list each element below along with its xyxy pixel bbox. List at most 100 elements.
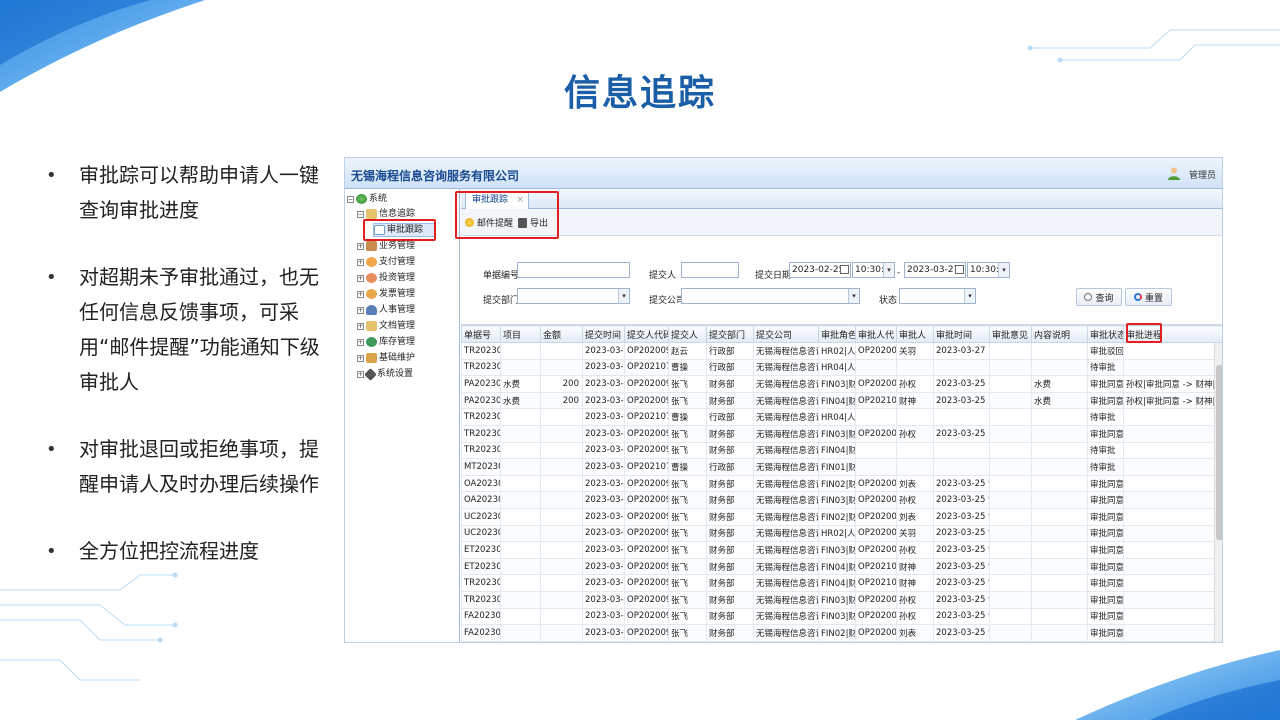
expand-icon[interactable]: +: [357, 354, 364, 362]
table-cell: 2023-03-25: [582, 507, 625, 526]
table-cell: 2023-03-25: [582, 574, 625, 592]
tab-approval-tracking[interactable]: 审批跟踪 ×: [465, 192, 530, 209]
vertical-scrollbar[interactable]: [1214, 343, 1222, 642]
date-from-input[interactable]: 2023-02-25: [789, 262, 851, 278]
tree-item-settings[interactable]: + 系统设置: [357, 367, 413, 381]
expand-icon[interactable]: +: [357, 258, 364, 266]
table-row[interactable]: TR202303 2023-03-25OP2020090张飞财务部无锡海程信息咨询…: [461, 590, 1222, 609]
table-cell: 财神: [896, 574, 934, 592]
table-cell: 张飞: [668, 474, 707, 493]
mail-reminder-button[interactable]: 邮件提醒: [465, 214, 513, 231]
expand-icon[interactable]: +: [357, 370, 364, 378]
export-button[interactable]: 导出: [518, 214, 548, 231]
column-header[interactable]: 提交人: [668, 325, 707, 343]
tree-item-payment[interactable]: + 支付管理: [357, 255, 415, 269]
column-header[interactable]: 审批人代: [855, 325, 897, 343]
tree-item-invoice[interactable]: + 发票管理: [357, 287, 415, 301]
table-cell: 财务部: [706, 375, 754, 393]
table-cell: 无锡海程信息咨询: [753, 441, 819, 460]
table-cell: FIN02|财务: [818, 474, 856, 493]
table-cell: [855, 441, 897, 460]
search-button[interactable]: 查询: [1076, 288, 1122, 306]
doc-no-input[interactable]: [517, 262, 630, 278]
date-from-value: 2023-02-25: [792, 265, 845, 275]
table-cell: FIN03|财务: [818, 607, 856, 626]
tree-item-inventory[interactable]: + 库存管理: [357, 335, 415, 349]
company-select[interactable]: ▾: [681, 288, 860, 304]
table-cell: ET202303: [461, 557, 501, 576]
table-row[interactable]: TR202303 2023-03-25OP2020090张飞财务部无锡海程信息咨询…: [461, 424, 1222, 443]
column-header[interactable]: 项目: [500, 325, 541, 343]
column-header[interactable]: 审批时间: [933, 325, 990, 343]
tree-item-label: 信息追踪: [379, 209, 416, 219]
table-row[interactable]: PA202303水费2002023-03-25OP2020090张飞财务部无锡海…: [461, 375, 1222, 393]
column-header[interactable]: 提交公司: [753, 325, 819, 343]
tree-item-document[interactable]: + 文档管理: [357, 319, 415, 333]
table-row[interactable]: TR202303 2023-03-25OP2021070曹操行政部无锡海程信息咨询…: [461, 408, 1222, 426]
table-row[interactable]: FA202303 2023-03-25OP2020090张飞财务部无锡海程信息咨询…: [461, 607, 1222, 626]
table-row[interactable]: TR202303 2023-03-25OP2021070曹操行政部无锡海程信息咨询…: [461, 358, 1222, 377]
tree-item-approval-tracking[interactable]: 审批跟踪: [373, 223, 435, 237]
collapse-icon[interactable]: −: [357, 210, 364, 218]
table-row[interactable]: PA202303水费2002023-03-25OP2020090张飞财务部无锡海…: [461, 391, 1222, 410]
column-header[interactable]: 提交人代码: [624, 325, 669, 343]
table-cell: TR202303: [461, 574, 501, 592]
table-row[interactable]: TR202303 2023-03-25OP2020090张飞财务部无锡海程信息咨询…: [461, 574, 1222, 592]
expand-icon[interactable]: +: [357, 338, 364, 346]
table-cell: 审批同意: [1087, 557, 1124, 576]
table-row[interactable]: TR202303 2023-03-27OP2020090赵云行政部无锡海程信息咨询…: [461, 342, 1222, 360]
tree-item-investment[interactable]: + 投资管理: [357, 271, 415, 285]
user-name[interactable]: 管理员: [1189, 168, 1216, 181]
table-row[interactable]: OA202303 2023-03-25OP2020090张飞财务部无锡海程信息咨询…: [461, 491, 1222, 509]
table-row[interactable]: TR202303 2023-03-25OP2020090张飞财务部无锡海程信息咨询…: [461, 441, 1222, 460]
expand-icon[interactable]: +: [357, 242, 364, 250]
table-row[interactable]: ET202303 2023-03-25OP2020090张飞财务部无锡海程信息咨询…: [461, 557, 1222, 576]
column-header[interactable]: 审批状态: [1087, 325, 1124, 343]
table-row[interactable]: UC202303 2023-03-25OP2020090张飞财务部无锡海程信息咨询…: [461, 524, 1222, 543]
column-header[interactable]: 提交部门: [706, 325, 754, 343]
table-row[interactable]: OA202303 2023-03-25OP2020090张飞财务部无锡海程信息咨询…: [461, 474, 1222, 493]
column-header[interactable]: 内容说明: [1031, 325, 1088, 343]
scrollbar-thumb[interactable]: [1216, 365, 1222, 540]
tree-item-info-tracking[interactable]: − 信息追踪: [357, 207, 415, 221]
reset-button[interactable]: 重置: [1125, 288, 1172, 306]
date-to-input[interactable]: 2023-03-27: [904, 262, 966, 278]
table-row[interactable]: UC202303 2023-03-25OP2020090张飞财务部无锡海程信息咨询…: [461, 507, 1222, 526]
tree-item-label: 基础维护: [379, 353, 416, 363]
status-select[interactable]: ▾: [899, 288, 976, 304]
tree-item-system[interactable]: − 系统: [347, 192, 387, 206]
tree-item-hr[interactable]: + 人事管理: [357, 303, 415, 317]
expand-icon[interactable]: +: [357, 306, 364, 314]
calendar-icon[interactable]: [840, 265, 849, 274]
collapse-icon[interactable]: −: [347, 195, 354, 203]
expand-icon[interactable]: +: [357, 322, 364, 330]
time-to-select[interactable]: 10:30:5 ▾: [967, 262, 1010, 278]
table-cell: TR202303: [461, 408, 501, 426]
table-cell: HR02|人事: [818, 342, 856, 360]
time-from-select[interactable]: 10:30:5 ▾: [852, 262, 895, 278]
table-row[interactable]: FA202303 2023-03-25OP2020090张飞财务部无锡海程信息咨询…: [461, 624, 1222, 642]
column-header[interactable]: 提交时间: [582, 325, 625, 343]
close-icon[interactable]: ×: [516, 193, 524, 208]
expand-icon[interactable]: +: [357, 290, 364, 298]
column-header[interactable]: 单据号: [461, 325, 501, 343]
calendar-icon[interactable]: [955, 265, 964, 274]
column-header[interactable]: 审批意见: [989, 325, 1032, 343]
tree-item-business[interactable]: + 业务管理: [357, 239, 415, 253]
dept-select[interactable]: ▾: [517, 288, 630, 304]
tree-item-maintenance[interactable]: + 基础维护: [357, 351, 415, 365]
table-cell: 财务部: [706, 491, 754, 509]
table-cell: [989, 507, 1032, 526]
table-row[interactable]: MT202303 2023-03-25OP2021070曹操行政部无锡海程信息咨询…: [461, 458, 1222, 476]
table-cell: 张飞: [668, 607, 707, 626]
column-header[interactable]: 金额: [540, 325, 583, 343]
table-row[interactable]: ET202303 2023-03-25OP2020090张飞财务部无锡海程信息咨询…: [461, 541, 1222, 559]
column-header[interactable]: 审批角色: [818, 325, 856, 343]
submitter-input[interactable]: [681, 262, 739, 278]
column-header[interactable]: 审批人: [896, 325, 934, 343]
expand-icon[interactable]: +: [357, 274, 364, 282]
table-cell: [1123, 557, 1222, 576]
column-header[interactable]: 审批进程: [1123, 325, 1222, 343]
table-cell: [1031, 507, 1088, 526]
table-cell: PA202303: [461, 391, 501, 410]
